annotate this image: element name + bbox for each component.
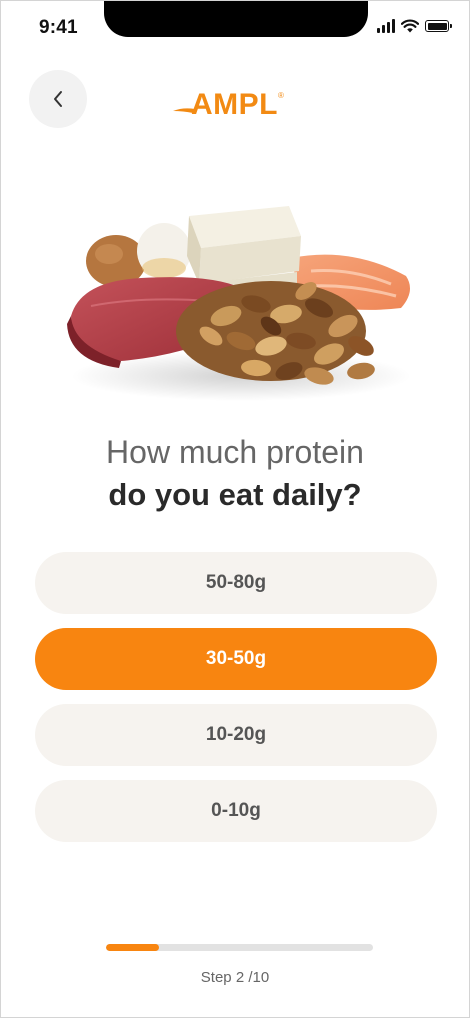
logo-text: AMPL xyxy=(191,88,278,121)
option-0-10g[interactable]: 0-10g xyxy=(35,780,437,842)
protein-foods-image xyxy=(67,206,411,401)
cellular-signal-icon xyxy=(377,19,395,33)
status-icons xyxy=(377,19,452,33)
back-button[interactable] xyxy=(29,70,87,128)
step-label: Step 2 /10 xyxy=(200,969,270,986)
device-notch xyxy=(104,1,368,37)
option-30-50g-selected[interactable]: 30-50g xyxy=(35,628,437,690)
wifi-icon xyxy=(401,19,419,33)
option-10-20g[interactable]: 10-20g xyxy=(35,704,437,766)
brand-logo: AMPL ® xyxy=(173,87,284,123)
app-screen: 9:41 AMPL ® How much protein do you eat … xyxy=(0,0,470,1018)
battery-icon xyxy=(425,20,452,32)
question-line-2: do you eat daily? xyxy=(108,477,362,512)
question-line-1: How much protein xyxy=(106,434,364,470)
chevron-left-icon xyxy=(54,91,62,107)
progress-fill xyxy=(106,944,160,951)
status-time: 9:41 xyxy=(39,17,78,38)
answer-options: 50-80g 30-50g 10-20g 0-10g xyxy=(35,552,437,856)
logo-registered-mark: ® xyxy=(278,91,284,100)
option-50-80g[interactable]: 50-80g xyxy=(35,552,437,614)
question-heading: How much protein do you eat daily? xyxy=(1,431,469,517)
progress-bar xyxy=(106,944,373,951)
